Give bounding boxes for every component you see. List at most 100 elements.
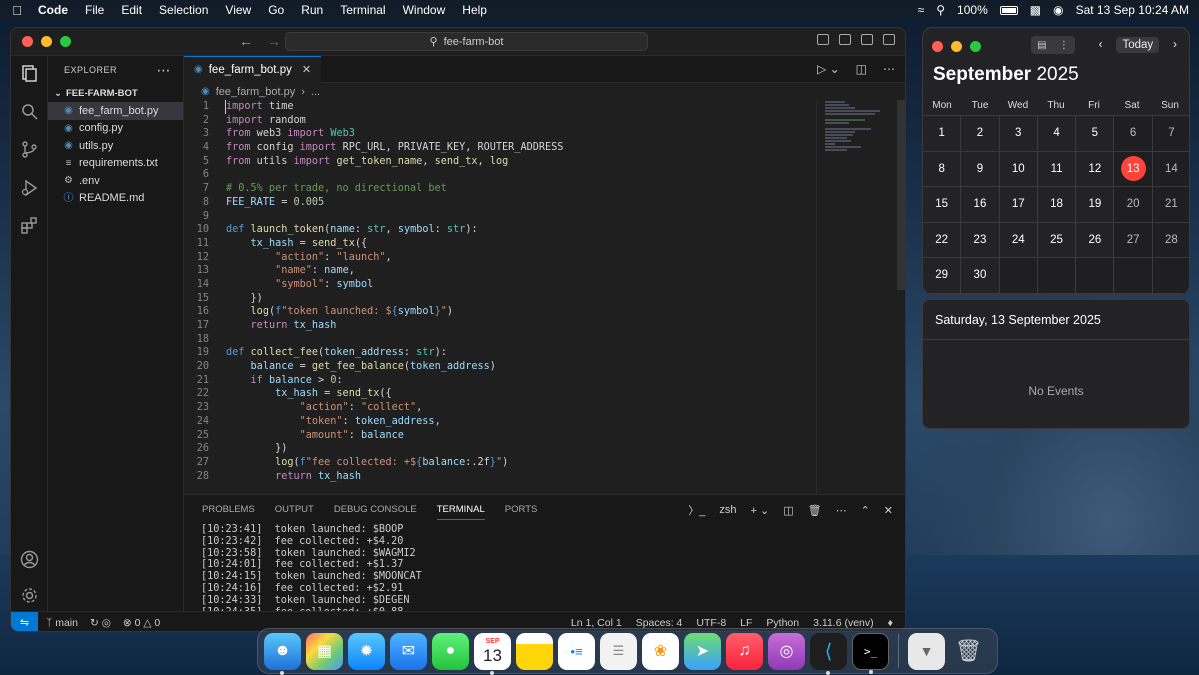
day-cell[interactable]: 26 (1076, 222, 1115, 258)
today-button[interactable]: Today (1116, 37, 1160, 53)
day-cell[interactable]: 30 (961, 258, 1000, 294)
day-cell[interactable]: 19 (1076, 187, 1115, 223)
back-arrow-icon[interactable]: ← (239, 33, 253, 49)
day-cell[interactable]: 8 (923, 151, 962, 187)
close-icon[interactable]: ✕ (302, 63, 311, 76)
day-cell[interactable]: 15 (923, 187, 962, 223)
apple-icon[interactable]:  (10, 3, 24, 18)
source-control-icon[interactable] (20, 140, 39, 159)
tab-debug-console[interactable]: DEBUG CONSOLE (334, 504, 417, 515)
explorer-icon[interactable] (20, 64, 39, 83)
podcasts-icon[interactable]: ◎ (768, 632, 805, 670)
day-cell[interactable]: 23 (961, 222, 1000, 258)
breadcrumb-ellipsis[interactable]: ... (311, 86, 320, 98)
indentation[interactable]: Spaces: 4 (636, 617, 683, 629)
file-item-fee-farm-bot[interactable]: ◉ fee_farm_bot.py (48, 102, 183, 120)
tab-fee-farm-bot[interactable]: ◉ fee_farm_bot.py ✕ (184, 55, 322, 83)
day-cell[interactable]: 1 (923, 116, 962, 152)
folder-root[interactable]: ⌄ FEE-FARM-BOT (48, 84, 183, 102)
file-item-env[interactable]: ⚙ .env (48, 172, 183, 190)
split-editor-icon[interactable]: ◫ (856, 62, 867, 76)
day-cell[interactable]: 28 (1152, 222, 1189, 258)
day-cell[interactable]: 12 (1076, 151, 1115, 187)
finder-icon[interactable]: ☻ (264, 632, 301, 675)
run-python-icon[interactable]: ▷ ⌄ (817, 62, 840, 76)
file-item-readme[interactable]: ⓘ README.md (48, 190, 183, 208)
zoom-window-button[interactable] (970, 40, 981, 52)
forward-arrow-icon[interactable]: → (267, 33, 281, 49)
launchpad-icon[interactable]: ▦ (306, 632, 343, 670)
day-cell[interactable]: 3 (999, 116, 1038, 152)
calendar-view-button[interactable]: ▤ ⋮ (1031, 36, 1075, 54)
toggle-secondary-sidebar-icon[interactable] (861, 34, 873, 45)
sync-icon[interactable]: ↻ ◎ (90, 617, 111, 629)
day-cell[interactable]: 18 (1037, 187, 1077, 223)
trash-icon[interactable]: 🗑 (950, 633, 987, 670)
mail-icon[interactable]: ✉ (390, 632, 427, 670)
day-cell[interactable]: 14 (1152, 151, 1189, 187)
safari-icon[interactable]: ✹ (348, 632, 385, 670)
spotlight-icon[interactable]: ⚲ (936, 3, 945, 17)
minimize-window-button[interactable] (41, 36, 52, 47)
siri-icon[interactable]: ◉ (1053, 3, 1063, 17)
menu-window[interactable]: Window (403, 3, 446, 17)
day-cell[interactable]: 17 (999, 187, 1038, 223)
menu-go[interactable]: Go (268, 3, 284, 17)
tab-ports[interactable]: PORTS (505, 504, 538, 515)
trash-icon[interactable]: 🗑 (808, 504, 822, 517)
day-cell[interactable]: 24 (999, 222, 1038, 258)
calendar-app-icon[interactable]: SEP 13 (474, 632, 511, 675)
minimap[interactable] (816, 100, 894, 494)
photos-icon[interactable]: ❀ (642, 632, 679, 670)
day-cell[interactable]: 6 (1114, 116, 1153, 152)
git-branch[interactable]: ᛉ main (46, 617, 78, 629)
search-sidebar-icon[interactable] (20, 102, 39, 121)
day-cell[interactable]: 10 (999, 151, 1038, 187)
problems-count[interactable]: ⊗ 0 △ 0 (123, 617, 160, 629)
bell-icon[interactable]: ♦ (888, 617, 893, 629)
menu-terminal[interactable]: Terminal (340, 3, 385, 17)
maps-icon[interactable]: ➤ (684, 632, 721, 670)
vscode-icon[interactable]: ⟨ (810, 632, 847, 675)
tab-problems[interactable]: PROBLEMS (202, 504, 255, 515)
day-cell[interactable]: 2 (961, 116, 1000, 152)
day-cell[interactable]: 21 (1152, 187, 1189, 223)
language-mode[interactable]: Python (766, 617, 799, 629)
menu-selection[interactable]: Selection (159, 3, 208, 17)
day-cell[interactable]: 20 (1114, 187, 1153, 223)
minimize-window-button[interactable] (951, 40, 962, 52)
day-cell-today[interactable]: 13 (1114, 151, 1153, 187)
remote-indicator-icon[interactable]: ⇋ (11, 611, 38, 631)
more-actions-icon[interactable]: ⋯ (157, 62, 172, 79)
close-window-button[interactable] (22, 36, 33, 47)
account-icon[interactable] (20, 550, 39, 569)
previous-month-icon[interactable]: ‹ (1099, 39, 1103, 51)
file-encoding[interactable]: UTF-8 (696, 617, 726, 629)
battery-icon[interactable] (999, 5, 1018, 15)
toggle-panel-icon[interactable] (839, 34, 851, 45)
wifi-icon[interactable]: ≈ (918, 3, 925, 17)
file-item-requirements[interactable]: ≡ requirements.txt (48, 155, 183, 173)
editor-scrollbar[interactable] (897, 100, 905, 290)
command-center-search[interactable]: ⚲ fee-farm-bot (285, 32, 648, 51)
end-of-line[interactable]: LF (740, 617, 752, 629)
day-cell[interactable]: 29 (923, 258, 962, 294)
tab-terminal[interactable]: TERMINAL (436, 504, 485, 520)
day-cell[interactable]: 16 (961, 187, 1000, 223)
menu-help[interactable]: Help (462, 3, 487, 17)
day-cell[interactable]: 27 (1114, 222, 1153, 258)
customize-layout-icon[interactable] (883, 34, 895, 45)
zoom-window-button[interactable] (60, 36, 71, 47)
downloads-folder-icon[interactable]: ▼ (908, 632, 945, 670)
maximize-panel-icon[interactable]: ⌃ (861, 504, 870, 517)
breadcrumb-file[interactable]: fee_farm_bot.py (216, 86, 296, 98)
cursor-position[interactable]: Ln 1, Col 1 (571, 617, 622, 629)
split-terminal-icon[interactable]: ◫ (783, 504, 793, 517)
more-actions-icon[interactable]: ⋯ (883, 62, 895, 76)
day-cell[interactable]: 5 (1076, 116, 1115, 152)
python-interpreter[interactable]: 3.11.6 (venv) (813, 617, 874, 629)
file-item-config[interactable]: ◉ config.py (48, 120, 183, 138)
menubar-clock[interactable]: Sat 13 Sep 10:24 AM (1076, 3, 1189, 17)
file-item-utils[interactable]: ◉ utils.py (48, 137, 183, 155)
new-terminal-icon[interactable]: + ⌄ (750, 504, 769, 517)
